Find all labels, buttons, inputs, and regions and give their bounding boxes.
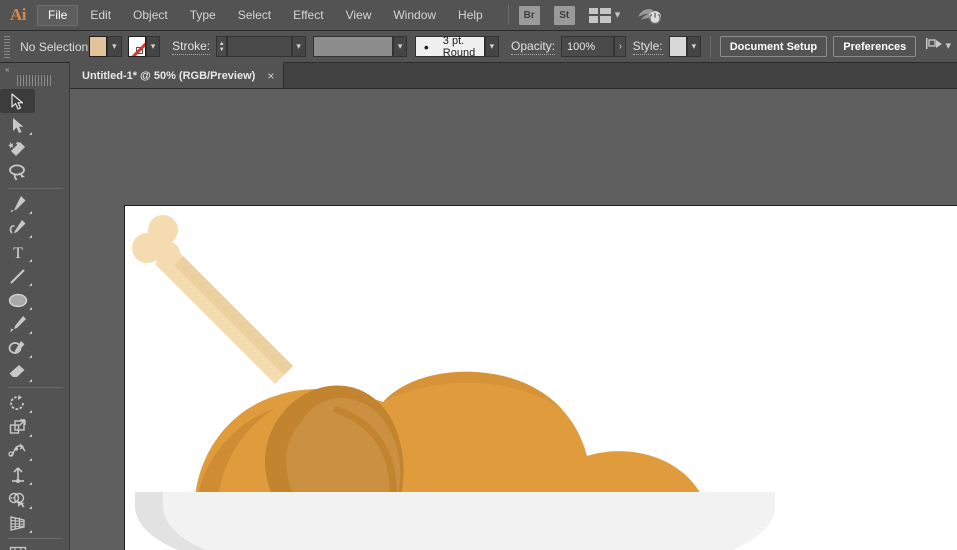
- ellipse-tool[interactable]: [0, 288, 35, 312]
- close-icon[interactable]: ×: [267, 70, 274, 82]
- stock-icon[interactable]: St: [554, 6, 575, 25]
- stroke-profile-field[interactable]: [313, 36, 392, 57]
- document-setup-button[interactable]: Document Setup: [720, 36, 827, 57]
- menu-divider: [508, 5, 509, 25]
- paintbrush-tool[interactable]: [0, 312, 35, 336]
- stroke-color-swatch[interactable]: [128, 36, 146, 57]
- document-tab[interactable]: Untitled-1* @ 50% (RGB/Preview) ×: [70, 62, 284, 88]
- canvas-workspace[interactable]: [70, 89, 957, 550]
- style-label: Style:: [633, 39, 663, 55]
- align-objects-icon[interactable]: [925, 36, 945, 57]
- menu-item-object[interactable]: Object: [123, 5, 178, 26]
- menu-bar: Ai File Edit Object Type Select Effect V…: [0, 0, 957, 31]
- width-tool[interactable]: [0, 439, 35, 463]
- tools-panel: «: [0, 63, 70, 550]
- align-dropdown-icon[interactable]: ▾: [945, 41, 951, 52]
- fill-color-swatch[interactable]: [89, 36, 107, 57]
- free-transform-tool[interactable]: [0, 463, 35, 487]
- tools-panel-grip[interactable]: [17, 75, 53, 86]
- menu-item-file[interactable]: File: [37, 5, 78, 26]
- creative-cloud-icon[interactable]: [636, 5, 662, 25]
- control-divider: [710, 36, 711, 58]
- menu-item-help[interactable]: Help: [448, 5, 493, 26]
- brush-definition-dropdown-button[interactable]: ▾: [485, 36, 499, 57]
- app-logo-icon: Ai: [0, 0, 36, 31]
- menu-item-view[interactable]: View: [336, 5, 382, 26]
- eraser-tool[interactable]: [0, 360, 35, 384]
- stroke-weight-label: Stroke:: [172, 39, 210, 55]
- brush-dot-icon: •: [424, 40, 429, 54]
- control-bar: No Selection ▾ ▾ Stroke: ▲▼ ▾ ▾ • 3 pt. …: [0, 31, 957, 63]
- direct-selection-tool[interactable]: [0, 113, 35, 137]
- pen-tool[interactable]: [0, 192, 35, 216]
- stroke-weight-field[interactable]: [227, 36, 291, 57]
- selection-tool[interactable]: [0, 89, 35, 113]
- rotate-tool[interactable]: [0, 391, 35, 415]
- collapse-panel-button[interactable]: «: [0, 63, 69, 75]
- chevron-down-icon[interactable]: ▾: [615, 10, 621, 21]
- type-tool[interactable]: T: [0, 240, 35, 264]
- preferences-button[interactable]: Preferences: [833, 36, 916, 57]
- perspective-grid-tool[interactable]: [0, 511, 35, 535]
- svg-text:T: T: [13, 245, 23, 261]
- brush-definition-value: 3 pt. Round: [443, 35, 484, 59]
- opacity-field[interactable]: 100%: [561, 36, 614, 57]
- arrange-documents-icon[interactable]: [589, 8, 611, 23]
- menu-item-window[interactable]: Window: [383, 5, 446, 26]
- tools-divider: [8, 188, 62, 189]
- graphic-style-swatch[interactable]: [669, 36, 687, 57]
- opacity-label: Opacity:: [511, 39, 555, 55]
- illustrator-window: Ai File Edit Object Type Select Effect V…: [0, 0, 957, 550]
- menu-item-effect[interactable]: Effect: [283, 5, 333, 26]
- bridge-icon[interactable]: Br: [519, 6, 540, 25]
- plate: [135, 492, 775, 550]
- magic-wand-tool[interactable]: [0, 137, 35, 161]
- shaper-tool[interactable]: [0, 336, 35, 360]
- lasso-tool[interactable]: [0, 161, 35, 185]
- menu-item-edit[interactable]: Edit: [80, 5, 121, 26]
- scale-tool[interactable]: [0, 415, 35, 439]
- curvature-tool[interactable]: [0, 216, 35, 240]
- opacity-expand-button[interactable]: ›: [614, 36, 626, 57]
- selection-status-label: No Selection: [14, 40, 89, 54]
- stroke-weight-dropdown-button[interactable]: ▾: [292, 36, 306, 57]
- turkey-bone: [132, 215, 293, 384]
- menu-item-type[interactable]: Type: [180, 5, 226, 26]
- menu-item-select[interactable]: Select: [228, 5, 281, 26]
- roast-turkey-artwork[interactable]: [125, 206, 785, 550]
- line-segment-tool[interactable]: [0, 264, 35, 288]
- document-tab-bar: Untitled-1* @ 50% (RGB/Preview) ×: [70, 63, 957, 89]
- stroke-profile-dropdown-button[interactable]: ▾: [393, 36, 407, 57]
- stroke-dropdown-button[interactable]: ▾: [146, 36, 160, 57]
- document-tab-title: Untitled-1* @ 50% (RGB/Preview): [82, 70, 255, 82]
- mesh-tool[interactable]: [0, 542, 35, 550]
- control-bar-grip[interactable]: [4, 36, 10, 58]
- shape-builder-tool[interactable]: [0, 487, 35, 511]
- tools-divider-3: [8, 538, 62, 539]
- artboard[interactable]: [124, 205, 957, 550]
- stroke-weight-stepper[interactable]: ▲▼: [216, 36, 227, 57]
- tools-divider-2: [8, 387, 62, 388]
- brush-definition-field[interactable]: • 3 pt. Round: [415, 36, 485, 57]
- style-dropdown-button[interactable]: ▾: [687, 36, 701, 57]
- fill-dropdown-button[interactable]: ▾: [107, 36, 121, 57]
